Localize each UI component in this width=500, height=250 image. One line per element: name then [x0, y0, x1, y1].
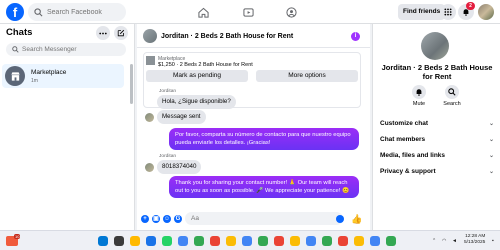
widgets-badge: 10	[14, 234, 21, 239]
search-icon	[34, 7, 43, 16]
bell-icon	[412, 85, 426, 99]
scrollbar[interactable]	[130, 64, 133, 104]
listing-thumbnail[interactable]	[143, 29, 157, 43]
message-bubble-outgoing[interactable]: Thank you for sharing your contact numbe…	[169, 176, 359, 198]
start-icon[interactable]	[98, 236, 108, 246]
row-label: Chat members	[380, 136, 426, 143]
search-label: Search	[443, 101, 461, 107]
message-input[interactable]	[191, 215, 321, 222]
search-icon	[445, 85, 459, 99]
mark-as-pending-button[interactable]: Mark as pending	[146, 70, 248, 82]
video-icon[interactable]	[240, 4, 256, 20]
chrome-icon[interactable]	[306, 236, 316, 246]
details-title: Jorditan · 2 Beds 2 Bath House for Rent	[381, 63, 493, 81]
notification-badge: 2	[466, 2, 475, 10]
chat-list-item[interactable]: Marketplace 1m	[2, 64, 124, 88]
profile-avatar[interactable]	[478, 4, 494, 20]
chat-time: 1m	[31, 78, 38, 84]
chrome-icon[interactable]	[242, 236, 252, 246]
shop-icon	[5, 66, 25, 86]
row-label: Media, files and links	[380, 152, 446, 159]
chevron-down-icon: ⌄	[488, 169, 494, 175]
media-files-row[interactable]: Media, files and links ⌄	[380, 152, 494, 159]
message-bubble-incoming[interactable]: Hola, ¿Sigue disponible?	[157, 95, 236, 109]
more-options-icon[interactable]	[96, 26, 110, 40]
sticker-icon[interactable]: ☺	[163, 215, 171, 223]
gif-icon[interactable]: G	[174, 215, 182, 223]
chrome-icon[interactable]	[354, 236, 364, 246]
clock-date: 5/13/2025	[464, 240, 486, 245]
listing-price[interactable]: $1,250 · 2 Beds 2 Bath House for Rent	[158, 62, 253, 68]
chevron-down-icon: ⌄	[488, 153, 494, 159]
listing-photo[interactable]	[421, 32, 449, 60]
chrome-icon[interactable]	[370, 236, 380, 246]
gallery-icon[interactable]: ▣	[152, 215, 160, 223]
chrome-icon[interactable]	[338, 236, 348, 246]
chrome-icon[interactable]	[290, 236, 300, 246]
chevron-down-icon: ⌄	[488, 137, 494, 143]
chats-sidebar: Chats Marketplace 1m	[0, 24, 135, 230]
message-sender: Jorditan	[159, 89, 177, 94]
chrome-icon[interactable]	[322, 236, 332, 246]
conversation-title[interactable]: Jorditan · 2 Beds 2 Bath House for Rent	[161, 33, 293, 40]
file-explorer-icon[interactable]	[130, 236, 140, 246]
chrome-icon[interactable]	[258, 236, 268, 246]
search-input[interactable]	[47, 8, 125, 16]
info-icon[interactable]: i	[351, 32, 360, 41]
message-bubble-outgoing[interactable]: Por favor, comparta su número de contact…	[169, 128, 359, 150]
find-friends-button[interactable]: Find friends	[398, 4, 446, 20]
notification-icon[interactable]: ▪	[492, 238, 494, 244]
message-input-box[interactable]	[185, 212, 343, 225]
chrome-icon[interactable]	[178, 236, 188, 246]
facebook-search[interactable]	[28, 3, 126, 21]
groups-icon[interactable]	[283, 4, 299, 20]
chrome-icon[interactable]	[226, 236, 236, 246]
top-nav-bar: f Find friends 2	[0, 0, 500, 24]
menu-grid-icon[interactable]	[440, 4, 456, 20]
message-composer: + ▣ ☺ G 👍	[137, 208, 370, 230]
privacy-support-row[interactable]: Privacy & support ⌄	[380, 168, 494, 175]
message-sender: Jorditan	[159, 154, 177, 159]
facebook-logo[interactable]: f	[6, 3, 24, 21]
conversation-header: Jorditan · 2 Beds 2 Bath House for Rent …	[137, 24, 370, 48]
messenger-search-input[interactable]	[22, 46, 122, 53]
chevron-down-icon: ⌄	[488, 121, 494, 127]
search-conversation-button[interactable]: Search	[437, 85, 467, 107]
thumbs-up-icon[interactable]: 👍	[351, 214, 362, 225]
search-icon	[12, 46, 19, 53]
browser-icon[interactable]	[146, 236, 156, 246]
system-clock[interactable]: 12:28 AM 5/13/2025	[464, 234, 485, 246]
new-message-icon[interactable]	[114, 26, 128, 40]
mute-button[interactable]: Mute	[404, 85, 434, 107]
emoji-icon[interactable]	[336, 215, 344, 223]
conversation-details-panel: Jorditan · 2 Beds 2 Bath House for Rent …	[372, 24, 500, 230]
row-label: Customize chat	[380, 120, 429, 127]
customize-chat-row[interactable]: Customize chat ⌄	[380, 120, 494, 127]
wifi-icon[interactable]: ◠	[442, 238, 446, 244]
chats-title: Chats	[6, 27, 33, 38]
chrome-icon[interactable]	[386, 236, 396, 246]
whatsapp-icon[interactable]	[162, 236, 172, 246]
speaker-icon[interactable]: ◄	[452, 238, 457, 244]
row-label: Privacy & support	[380, 168, 436, 175]
chevron-up-icon[interactable]: ⌃	[432, 238, 436, 244]
message-bubble-incoming[interactable]: Message sent	[157, 110, 206, 124]
windows-taskbar: 10 ⌃ ◠ ◄ 12:28 AM 5/13/2025 ▪	[0, 230, 500, 250]
sender-avatar[interactable]	[145, 163, 154, 172]
chat-name: Marketplace	[31, 69, 67, 76]
home-icon[interactable]	[195, 4, 211, 20]
chrome-icon[interactable]	[210, 236, 220, 246]
chat-members-row[interactable]: Chat members ⌄	[380, 136, 494, 143]
more-options-button[interactable]: More options	[256, 70, 358, 82]
sender-avatar[interactable]	[145, 113, 154, 122]
chrome-icon[interactable]	[274, 236, 284, 246]
conversation-panel: Jorditan · 2 Beds 2 Bath House for Rent …	[137, 24, 370, 230]
listing-image[interactable]	[146, 56, 155, 65]
task-view-icon[interactable]	[114, 236, 124, 246]
chrome-icon[interactable]	[194, 236, 204, 246]
mute-label: Mute	[412, 101, 426, 107]
plus-icon[interactable]: +	[141, 215, 149, 223]
messenger-search[interactable]	[6, 43, 126, 56]
message-bubble-incoming[interactable]: 8018374040	[157, 160, 202, 174]
